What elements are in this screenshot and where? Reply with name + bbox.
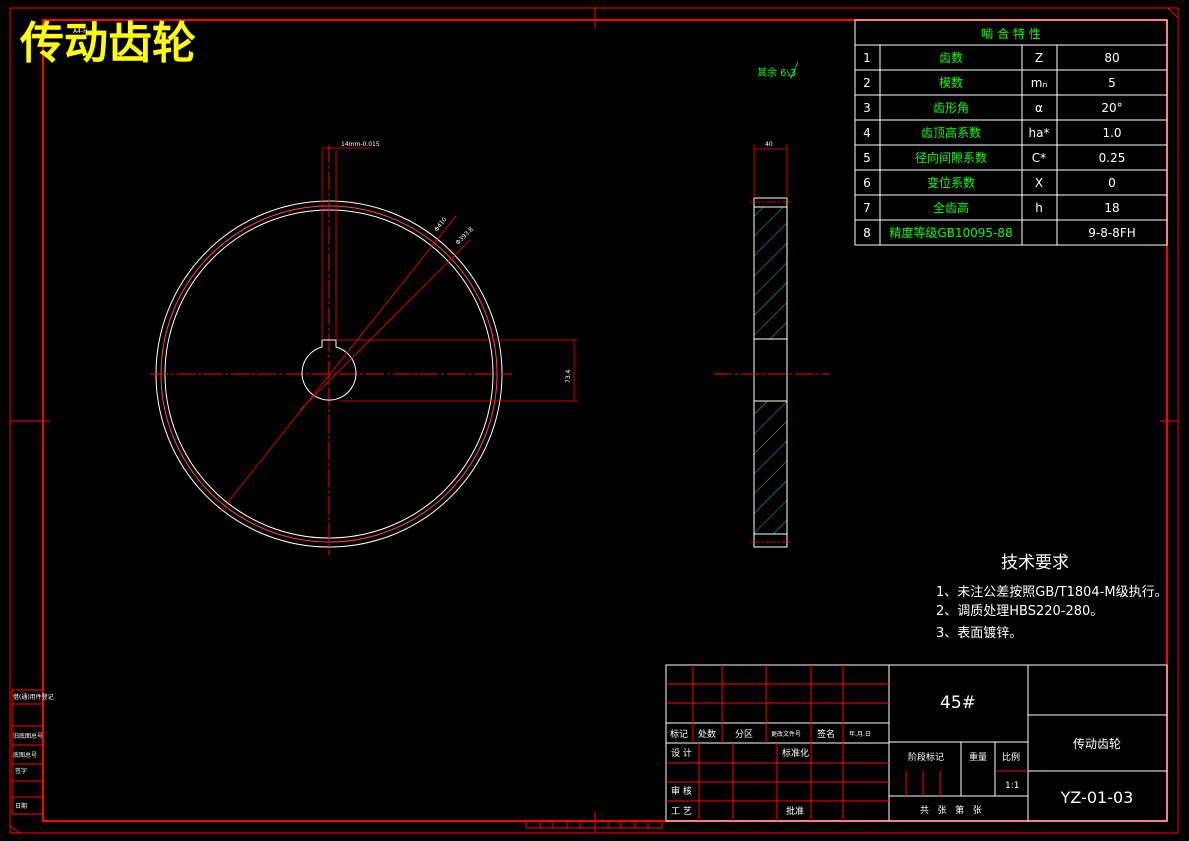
mesh-row-3-no: 3: [863, 101, 871, 115]
mesh-row-1-val: 80: [1104, 51, 1119, 65]
inner-frame-border: [42, 19, 1168, 822]
part-name-text: 传动齿轮: [1073, 736, 1121, 751]
bottom-ruler: [525, 820, 663, 829]
mesh-row-7-no: 7: [863, 201, 871, 215]
label-sheets: 共 张 第 张: [920, 804, 982, 816]
tech-req-item-3: 3、表面镀锌。: [936, 625, 1022, 641]
mesh-row-3-name: 齿形角: [933, 101, 969, 115]
mesh-table-title: 啮 合 特 性: [981, 26, 1040, 41]
mesh-row-6-val: 0: [1108, 176, 1116, 190]
root-diameter-text: Φ393.8: [454, 226, 475, 247]
mesh-row-7-sym: h: [1035, 201, 1043, 215]
mesh-row-6-sym: X: [1035, 176, 1043, 190]
mesh-row-2-sym: mₙ: [1031, 76, 1048, 90]
upper-hatch: [753, 206, 788, 340]
mesh-row-1-name: 齿数: [939, 50, 963, 65]
label-change-doc: 更改文件号: [771, 730, 801, 738]
label-approve: 批准: [786, 805, 804, 817]
mesh-row-5-val: 0.25: [1099, 151, 1126, 165]
mesh-row-2-no: 2: [863, 76, 871, 90]
label-design: 设 计: [671, 747, 692, 759]
gear-front-view: 14mm-0.015 73.4 Φ410 Φ393.8: [150, 141, 578, 555]
mesh-row-4-val: 1.0: [1102, 126, 1121, 140]
mesh-row-4-no: 4: [863, 126, 871, 140]
label-zone: 分区: [735, 729, 753, 740]
mesh-row-5-name: 径向间隙系数: [915, 150, 987, 165]
label-process: 工 艺: [671, 806, 692, 817]
mesh-row-3-val: 20°: [1101, 101, 1122, 115]
width-dim-text: 40: [765, 141, 773, 148]
outer-diameter-leader: [219, 215, 457, 513]
outer-diameter-text: Φ410: [433, 216, 449, 233]
mesh-row-8-name: 精度等级GB10095-88: [889, 225, 1012, 240]
side-strip-item-2: 旧底图总号: [13, 732, 43, 740]
lower-hatch: [753, 400, 788, 535]
engineering-drawing: 传动齿轮 A4-H 14mm-0.015 73.4 Φ410 Φ393.8 40…: [9, 7, 1179, 834]
material-text: 45#: [940, 693, 976, 713]
side-strip-item-3: 底图总号: [13, 751, 37, 759]
mesh-row-5-no: 5: [863, 151, 871, 165]
mesh-row-8-val: 9-8-8FH: [1088, 226, 1136, 240]
label-weight: 重量: [969, 751, 987, 763]
mesh-row-7-val: 18: [1104, 201, 1119, 215]
mesh-row-1-no: 1: [863, 51, 871, 65]
tech-req-item-1: 1、未注公差按照GB/T1804-M级执行。: [936, 585, 1168, 600]
mesh-row-4-name: 齿顶高系数: [921, 125, 981, 140]
label-count: 处数: [698, 728, 716, 740]
hub-dim-text: 73.4: [565, 369, 572, 383]
drawing-title: 传动齿轮: [19, 18, 196, 69]
size-tag: A4-H: [73, 28, 88, 35]
mesh-row-5-sym: C*: [1032, 151, 1046, 165]
mesh-row-6-name: 变位系数: [927, 175, 975, 190]
label-stage-mark: 阶段标记: [908, 751, 944, 763]
label-standard: 标准化: [782, 747, 809, 759]
side-strip-item-5: 日期: [15, 802, 27, 810]
mesh-row-2-name: 模数: [939, 75, 963, 90]
scale-value: 1:1: [1005, 781, 1019, 791]
label-scale: 比例: [1002, 751, 1020, 763]
label-sign: 签名: [817, 728, 835, 740]
label-check: 审 核: [671, 785, 692, 797]
keyway-dim-text: 14mm-0.015: [341, 141, 380, 148]
mesh-row-1-sym: Z: [1035, 51, 1043, 65]
mesh-row-4-sym: ha*: [1029, 126, 1050, 140]
root-diameter-leader: [299, 239, 471, 411]
width-dimension: [753, 145, 788, 198]
drawing-number-text: YZ-01-03: [1060, 788, 1134, 807]
hub-dimension: [336, 339, 578, 402]
mesh-row-3-sym: α: [1035, 101, 1043, 115]
outer-sheet-border: [9, 7, 1179, 834]
tech-req-item-2: 2、调质处理HBS220-280。: [936, 604, 1103, 619]
label-date: 年.月.日: [849, 730, 871, 738]
mesh-row-8-no: 8: [863, 226, 871, 240]
gear-side-view: 40: [714, 141, 830, 548]
label-mark: 标记: [670, 728, 688, 740]
centering-marks: [9, 7, 1179, 834]
mesh-row-6-no: 6: [863, 176, 871, 190]
side-strip-item-4: 签字: [15, 767, 27, 775]
mesh-row-2-val: 5: [1108, 76, 1116, 90]
tech-req-title: 技术要求: [1001, 553, 1069, 573]
side-strip-item-1: 借(通)用件登记: [13, 693, 54, 701]
mesh-row-7-name: 全齿高: [933, 200, 969, 215]
